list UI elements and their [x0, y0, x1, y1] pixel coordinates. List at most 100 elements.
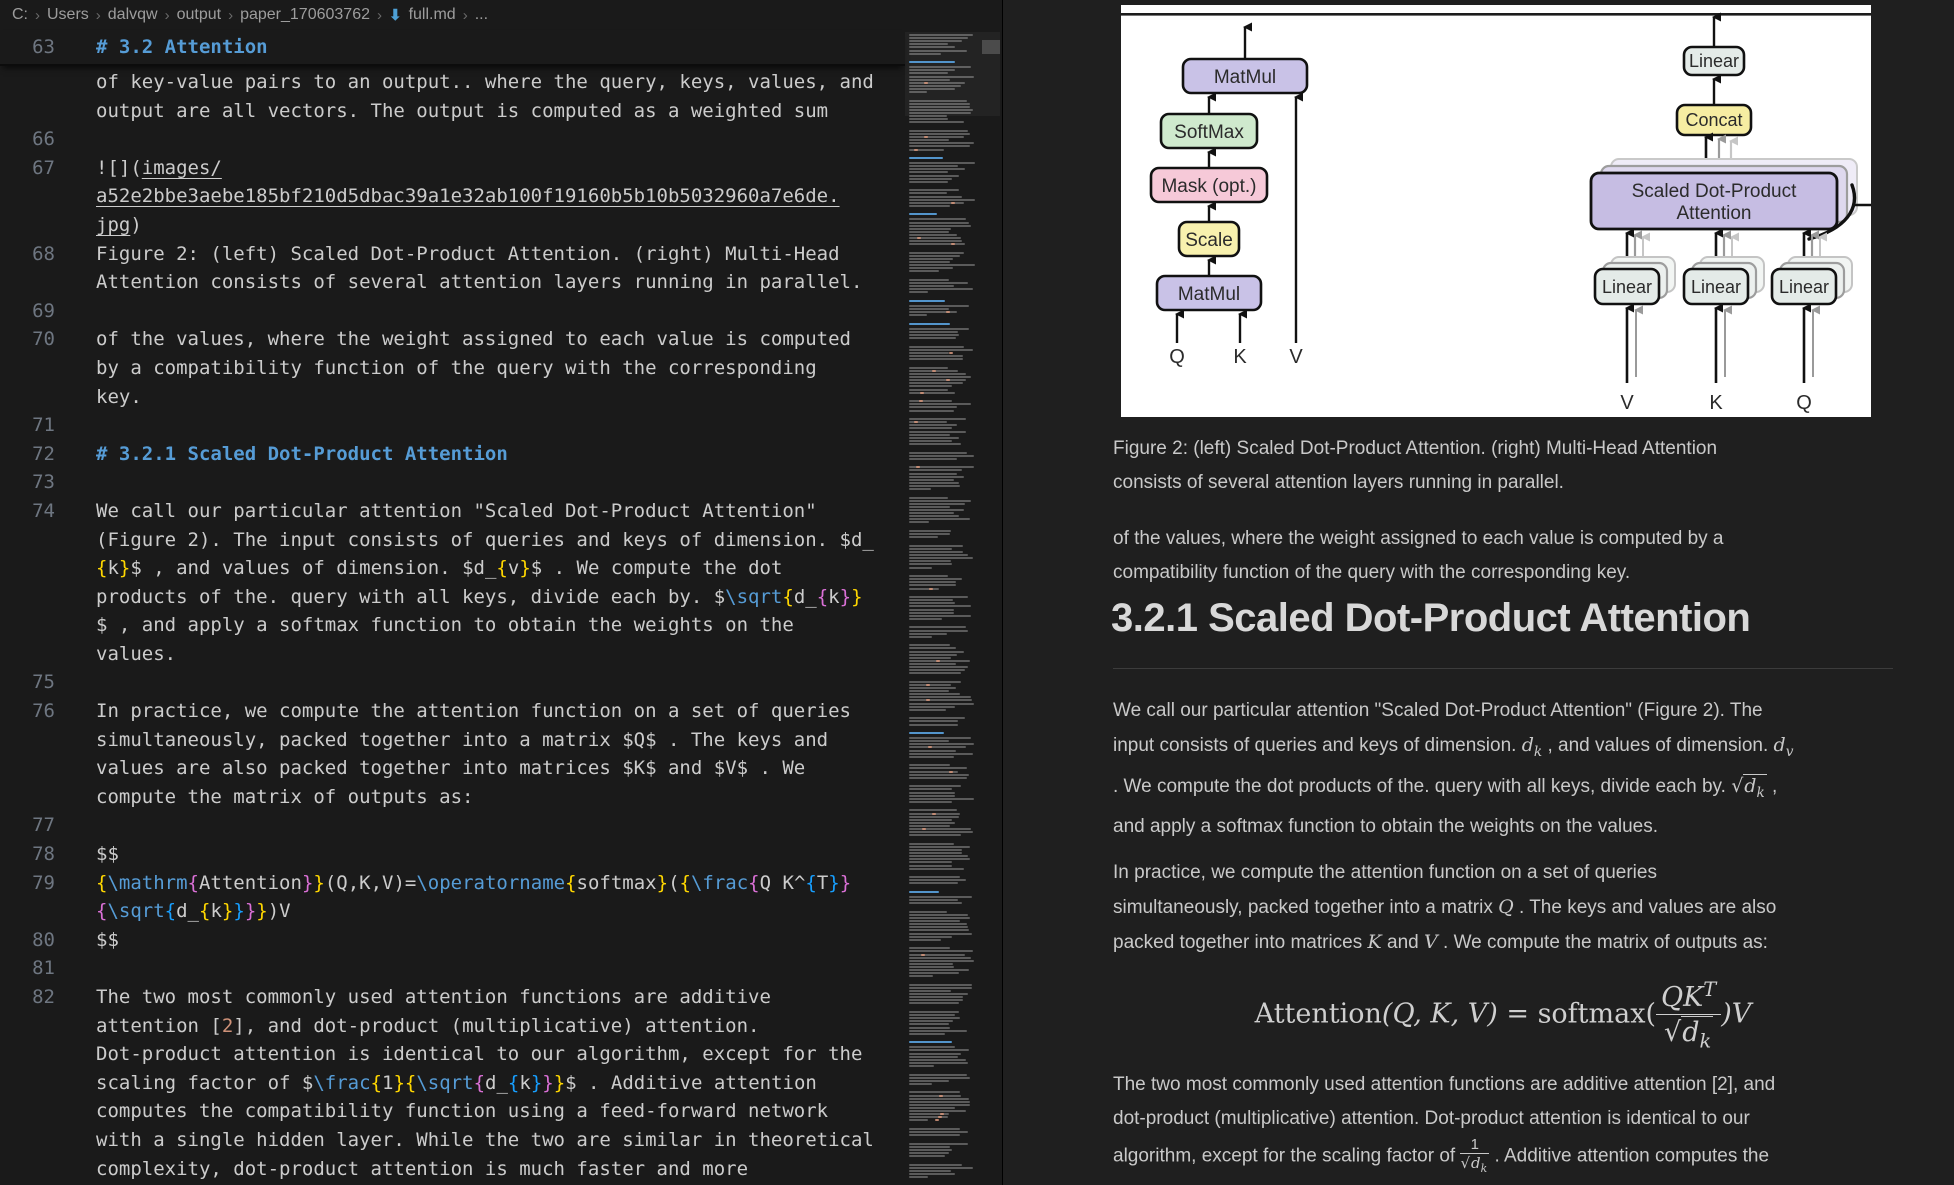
editor-line[interactable]: 66: [0, 125, 905, 154]
markdown-preview-pane[interactable]: MatMulScaleMask (opt.)SoftMaxMatMulQKVLi…: [1002, 0, 1954, 1185]
figure2-image: MatMulScaleMask (opt.)SoftMaxMatMulQKVLi…: [1121, 5, 1871, 417]
line-number: 78: [0, 840, 55, 869]
svg-text:K: K: [1233, 346, 1247, 368]
line-content: attention [2], and dot-product (multipli…: [96, 1012, 760, 1041]
editor-line[interactable]: Attention consists of several attention …: [0, 268, 905, 297]
editor-line[interactable]: values are also packed together into mat…: [0, 754, 905, 783]
editor-line[interactable]: 70 of the values, where the weight assign…: [0, 325, 905, 354]
editor-pane[interactable]: C:›Users›dalvqw›output›paper_170603762›⬇…: [0, 0, 1002, 1185]
preview-section-heading: 3.2.1 Scaled Dot-Product Attention: [1111, 596, 1750, 641]
line-content: with a single hidden layer. While the tw…: [96, 1126, 874, 1155]
editor-line[interactable]: 74We call our particular attention "Scal…: [0, 497, 905, 526]
breadcrumb-item[interactable]: Users: [47, 6, 89, 24]
line-content: values.: [96, 640, 176, 669]
editor-line[interactable]: attention [2], and dot-product (multipli…: [0, 1012, 905, 1041]
editor-line[interactable]: 79{\mathrm{Attention}}(Q,K,V)=\operatorn…: [0, 869, 905, 898]
line-content: $$: [96, 926, 119, 955]
line-content: key.: [96, 383, 142, 412]
editor-line[interactable]: a52e2bbe3aebe185bf210d5dbac39a1e32ab100f…: [0, 182, 905, 211]
heading-rule: [1113, 668, 1893, 669]
svg-text:Linear: Linear: [1689, 51, 1739, 71]
breadcrumb-item[interactable]: paper_170603762: [240, 6, 370, 24]
editor-line[interactable]: 71: [0, 411, 905, 440]
editor-line[interactable]: 82The two most commonly used attention f…: [0, 983, 905, 1012]
line-content: # 3.2.1 Scaled Dot-Product Attention: [96, 440, 508, 469]
editor-line[interactable]: 68Figure 2: (left) Scaled Dot-Product At…: [0, 240, 905, 269]
line-content: output are all vectors. The output is co…: [96, 97, 828, 126]
editor-line[interactable]: simultaneously, packed together into a m…: [0, 726, 905, 755]
editor-line[interactable]: Dot-product attention is identical to ou…: [0, 1040, 905, 1069]
breadcrumb-item[interactable]: C:: [12, 6, 28, 24]
editor-line[interactable]: jpg): [0, 211, 905, 240]
editor-line[interactable]: 77: [0, 811, 905, 840]
line-content: of the values, where the weight assigned…: [96, 325, 851, 354]
editor-line[interactable]: 78 $$: [0, 840, 905, 869]
line-number: 79: [0, 869, 55, 898]
preview-paragraph-inpractice: In practice, we compute the attention fu…: [1113, 856, 1776, 960]
line-content: computes the compatibility function usin…: [96, 1097, 828, 1126]
sticky-heading-text: # 3.2 Attention: [96, 30, 268, 64]
line-content: {k}$ , and values of dimension. $d_{v}$ …: [96, 554, 782, 583]
line-content: $$: [96, 840, 119, 869]
editor-line[interactable]: with a single hidden layer. While the tw…: [0, 1126, 905, 1155]
minimap[interactable]: [907, 32, 977, 1185]
line-content: products of the. query with all keys, di…: [96, 583, 863, 612]
editor-line[interactable]: key.: [0, 383, 905, 412]
chevron-right-icon: ›: [228, 7, 233, 24]
svg-text:Linear: Linear: [1602, 277, 1652, 297]
line-content: ![](images/: [96, 154, 222, 183]
line-content: jpg): [96, 211, 142, 240]
line-content: a52e2bbe3aebe185bf210d5dbac39a1e32ab100f…: [96, 182, 840, 211]
editor-line[interactable]: {k}$ , and values of dimension. $d_{v}$ …: [0, 554, 905, 583]
breadcrumb-symbol-path[interactable]: ...: [475, 6, 488, 24]
editor-line[interactable]: (Figure 2). The input consists of querie…: [0, 526, 905, 555]
line-content: scaling factor of $\frac{1}{\sqrt{d_{k}}…: [96, 1069, 817, 1098]
editor-line[interactable]: 76 In practice, we compute the attention …: [0, 697, 905, 726]
editor-line[interactable]: 72# 3.2.1 Scaled Dot-Product Attention: [0, 440, 905, 469]
editor-line[interactable]: computes the compatibility function usin…: [0, 1097, 905, 1126]
line-number: 81: [0, 954, 55, 983]
line-content: complexity, dot-product attention is muc…: [96, 1155, 748, 1184]
editor-line[interactable]: 75: [0, 668, 905, 697]
sticky-scroll-heading[interactable]: 63 # 3.2 Attention: [0, 30, 905, 66]
svg-text:MatMul: MatMul: [1214, 67, 1276, 88]
line-number: 80: [0, 926, 55, 955]
line-number: 70: [0, 325, 55, 354]
figure-caption: Figure 2: (left) Scaled Dot-Product Atte…: [1113, 432, 1717, 500]
svg-text:K: K: [1709, 392, 1723, 414]
attention-diagrams: MatMulScaleMask (opt.)SoftMaxMatMulQKVLi…: [1121, 5, 1871, 417]
editor-line[interactable]: 73: [0, 468, 905, 497]
editor-line[interactable]: compute the matrix of outputs as:: [0, 783, 905, 812]
breadcrumb-item[interactable]: dalvqw: [108, 6, 158, 24]
editor-line[interactable]: 67![](images/: [0, 154, 905, 183]
editor-line[interactable]: complexity, dot-product attention is muc…: [0, 1155, 905, 1184]
editor-line[interactable]: 81: [0, 954, 905, 983]
line-content: In practice, we compute the attention fu…: [96, 697, 851, 726]
svg-text:Mask (opt.): Mask (opt.): [1161, 176, 1256, 197]
editor-line[interactable]: of key-value pairs to an output.. where …: [0, 68, 905, 97]
editor-line[interactable]: output are all vectors. The output is co…: [0, 97, 905, 126]
breadcrumb-file[interactable]: full.md: [409, 6, 456, 24]
editor-line[interactable]: 69: [0, 297, 905, 326]
svg-text:MatMul: MatMul: [1178, 284, 1240, 305]
editor-line[interactable]: values.: [0, 640, 905, 669]
editor-line[interactable]: scaling factor of $\frac{1}{\sqrt{d_{k}}…: [0, 1069, 905, 1098]
line-content: Dot-product attention is identical to ou…: [96, 1040, 862, 1069]
editor-line[interactable]: by a compatibility function of the query…: [0, 354, 905, 383]
svg-text:Q: Q: [1796, 392, 1812, 414]
svg-text:Concat: Concat: [1685, 110, 1742, 130]
vertical-scrollbar[interactable]: [980, 0, 1002, 1185]
breadcrumb: C:›Users›dalvqw›output›paper_170603762›⬇…: [0, 0, 1002, 30]
editor-line[interactable]: $ , and apply a softmax function to obta…: [0, 611, 905, 640]
svg-text:Attention: Attention: [1677, 203, 1752, 224]
scrollbar-thumb[interactable]: [982, 40, 1000, 54]
line-content: compute the matrix of outputs as:: [96, 783, 474, 812]
line-number: 76: [0, 697, 55, 726]
editor-line[interactable]: 80 $$: [0, 926, 905, 955]
breadcrumb-item[interactable]: output: [177, 6, 221, 24]
svg-text:Linear: Linear: [1779, 277, 1829, 297]
code-editor[interactable]: of key-value pairs to an output.. where …: [0, 68, 905, 1185]
editor-line[interactable]: {\sqrt{d_{k}}}})V: [0, 897, 905, 926]
editor-line[interactable]: products of the. query with all keys, di…: [0, 583, 905, 612]
svg-text:SoftMax: SoftMax: [1174, 122, 1244, 143]
